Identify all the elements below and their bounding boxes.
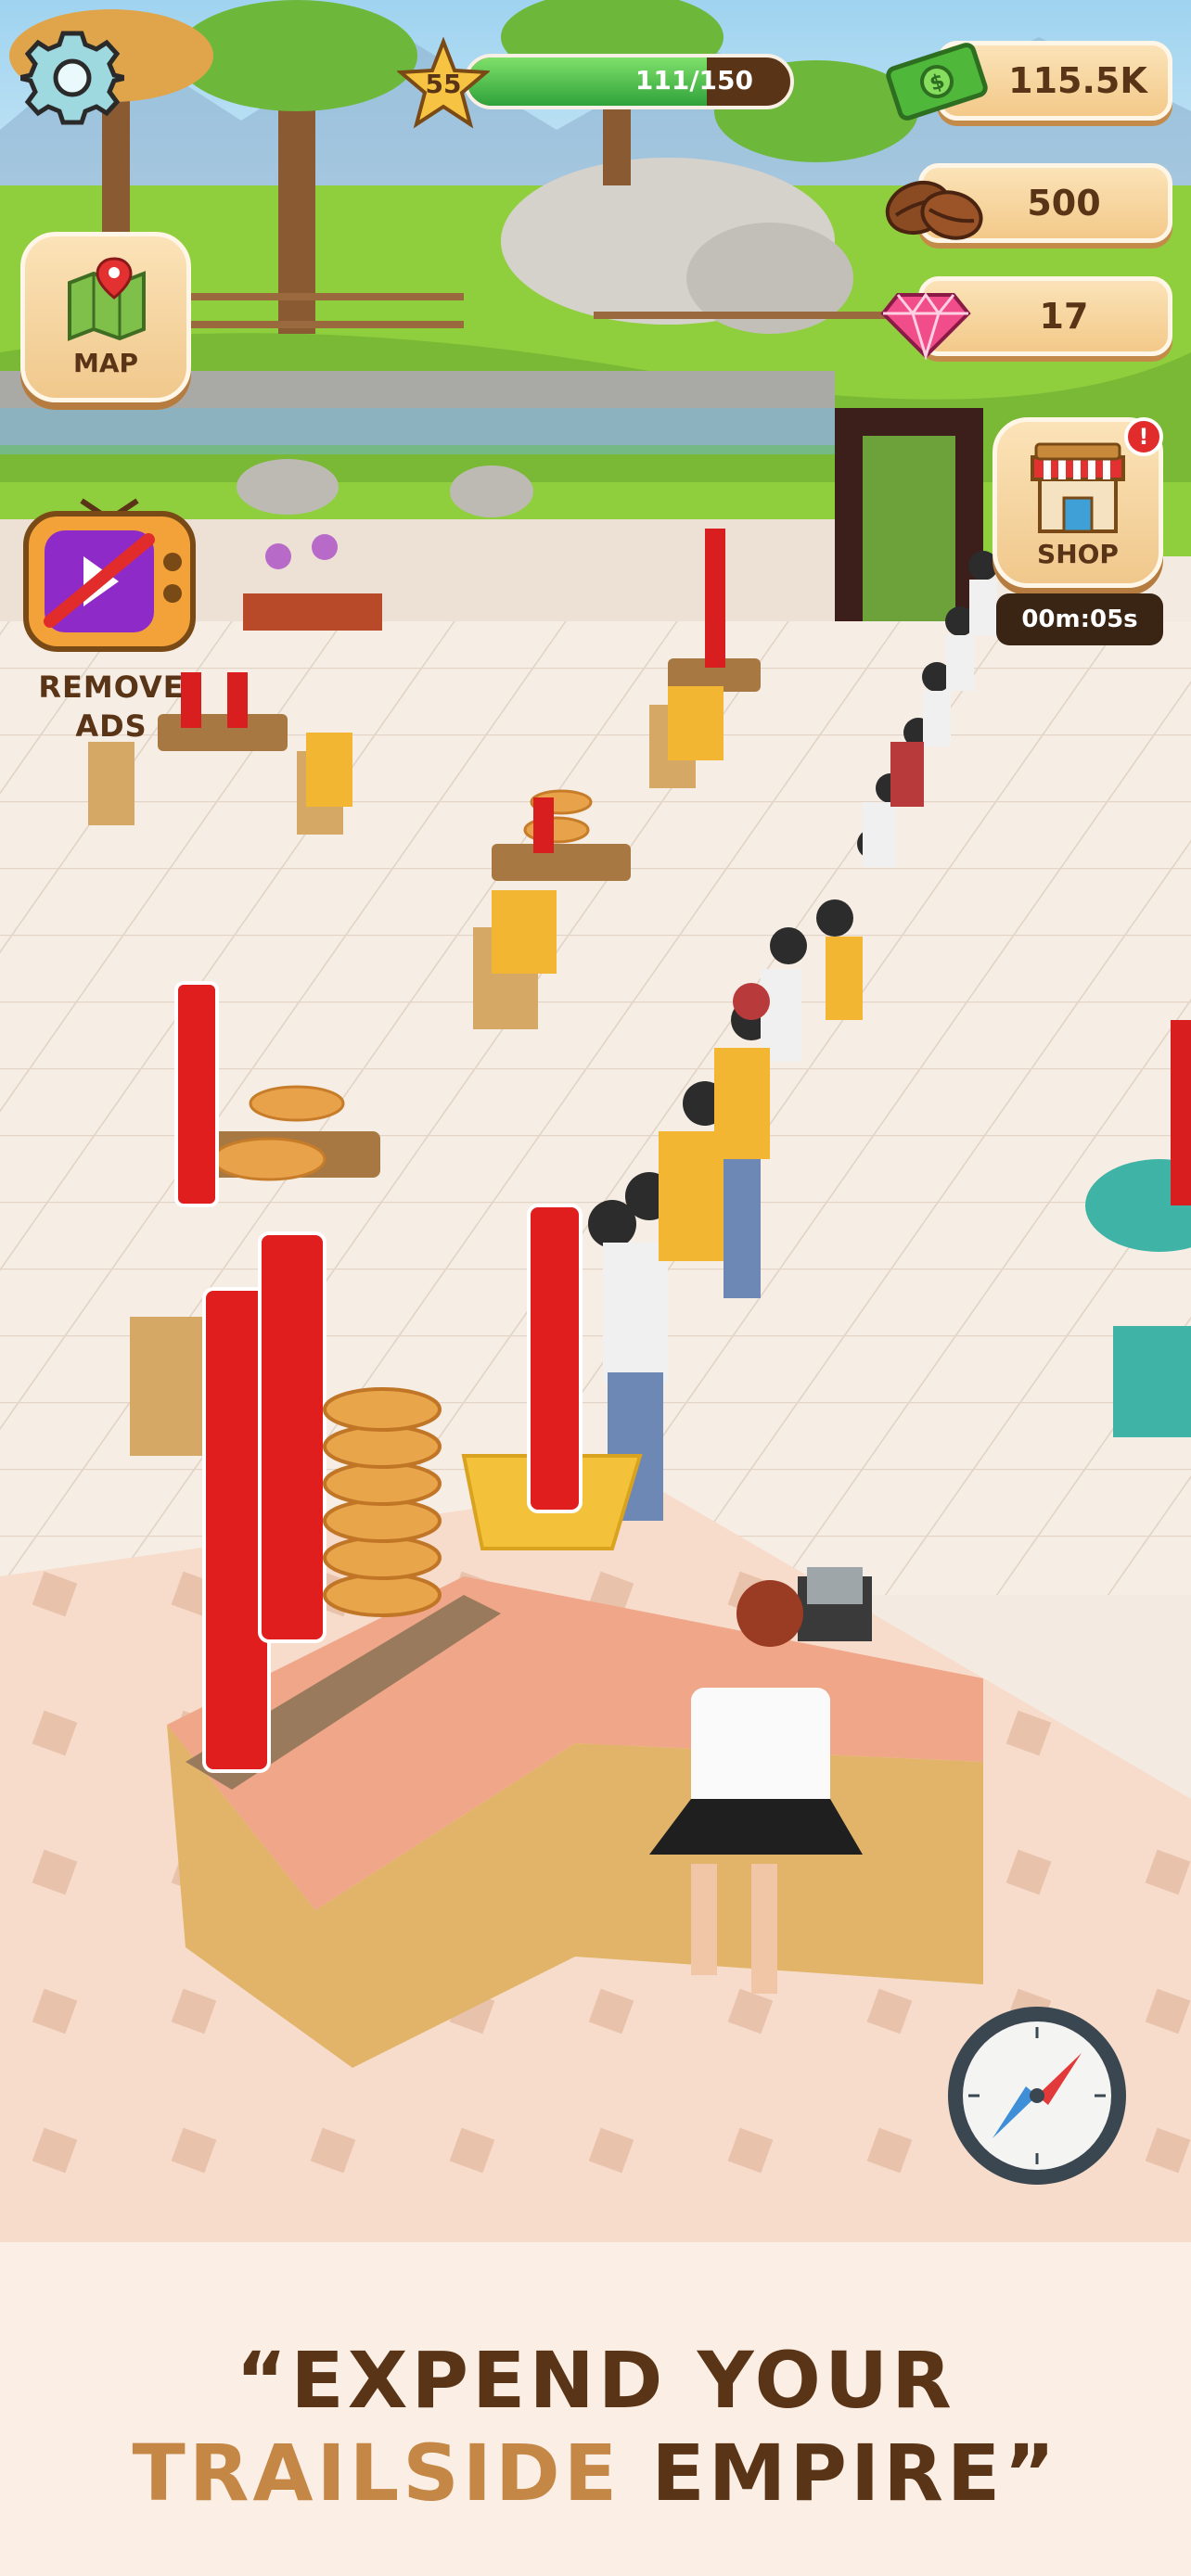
remove-ads-label-line2: ADS xyxy=(75,708,147,744)
player-level: 55 xyxy=(425,69,462,99)
shop-button-label: SHOP xyxy=(1037,539,1119,569)
gear-icon xyxy=(18,31,127,125)
level-star-badge: 55 xyxy=(395,36,492,130)
remove-ads-label[interactable]: REMOVE ADS xyxy=(9,668,213,746)
compass-button[interactable] xyxy=(942,2001,1132,2190)
map-icon xyxy=(68,257,146,341)
xp-progress-bar: 111/150 xyxy=(464,54,794,109)
tagline-line2: TRAILSIDE EMPIRE” xyxy=(0,2428,1191,2519)
map-button-label: MAP xyxy=(72,348,139,378)
game-scene[interactable]: 111/150 55 115.5K $ 500 17 MAP REMOVE AD… xyxy=(0,0,1191,2242)
gem-icon xyxy=(879,276,972,362)
compass-icon xyxy=(948,2007,1126,2185)
shop-icon xyxy=(1031,442,1125,533)
cash-icon: $ xyxy=(881,35,992,128)
remove-ads-label-line1: REMOVE xyxy=(38,670,185,705)
shop-alert-badge: ! xyxy=(1124,417,1163,456)
promo-banner: “EXPEND YOUR TRAILSIDE EMPIRE” xyxy=(0,2242,1191,2576)
remove-ads-button[interactable] xyxy=(17,473,202,658)
coffee-bean-icon xyxy=(877,167,989,250)
tagline-line1: “EXPEND YOUR xyxy=(236,2335,955,2426)
tagline-end: EMPIRE” xyxy=(651,2428,1059,2519)
shop-timer: 00m:05s xyxy=(996,593,1163,645)
no-ads-tv-icon xyxy=(23,498,196,652)
xp-progress-text: 111/150 xyxy=(634,65,753,96)
map-button[interactable]: MAP xyxy=(20,232,191,402)
tagline-highlight: TRAILSIDE xyxy=(132,2428,621,2519)
settings-gear-button[interactable] xyxy=(18,26,127,130)
